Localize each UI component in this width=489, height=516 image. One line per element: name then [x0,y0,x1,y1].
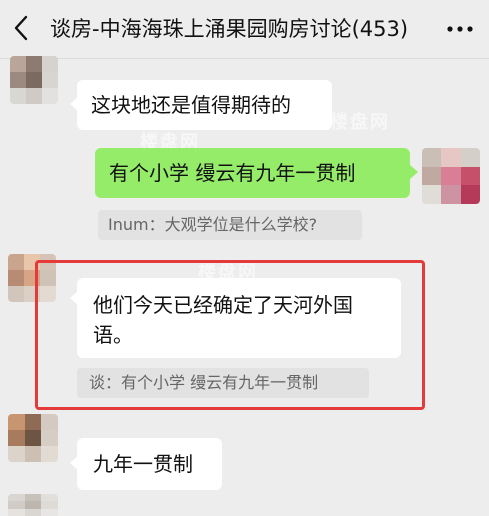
more-dots-icon [447,26,473,32]
avatar[interactable] [8,494,58,516]
bubble-tail [410,165,418,179]
message-text: 九年一贯制 [93,452,193,476]
back-button[interactable] [6,12,36,44]
message-text: 有个小学 缦云有九年一贯制 [109,161,356,185]
quoted-text: Inum：大观学位是什么学校? [108,215,318,234]
message-bubble[interactable]: 这块地还是值得期待的 [77,80,332,130]
avatar[interactable] [422,148,480,204]
more-button[interactable] [445,14,475,44]
highlight-box [35,260,425,410]
chat-header: 谈房-中海海珠上涌果园购房讨论(453) [0,0,489,59]
message-bubble[interactable]: 九年一贯制 [77,438,222,490]
avatar[interactable] [8,414,58,462]
quoted-message[interactable]: Inum：大观学位是什么学校? [98,210,362,240]
message-text: 这块地还是值得期待的 [91,93,291,117]
chat-title: 谈房-中海海珠上涌果园购房讨论(453) [50,17,409,41]
avatar[interactable] [10,56,58,104]
watermark: 楼盘网 [330,112,390,133]
message-bubble[interactable]: 有个小学 缦云有九年一贯制 [95,148,410,198]
chevron-left-icon [14,15,28,41]
